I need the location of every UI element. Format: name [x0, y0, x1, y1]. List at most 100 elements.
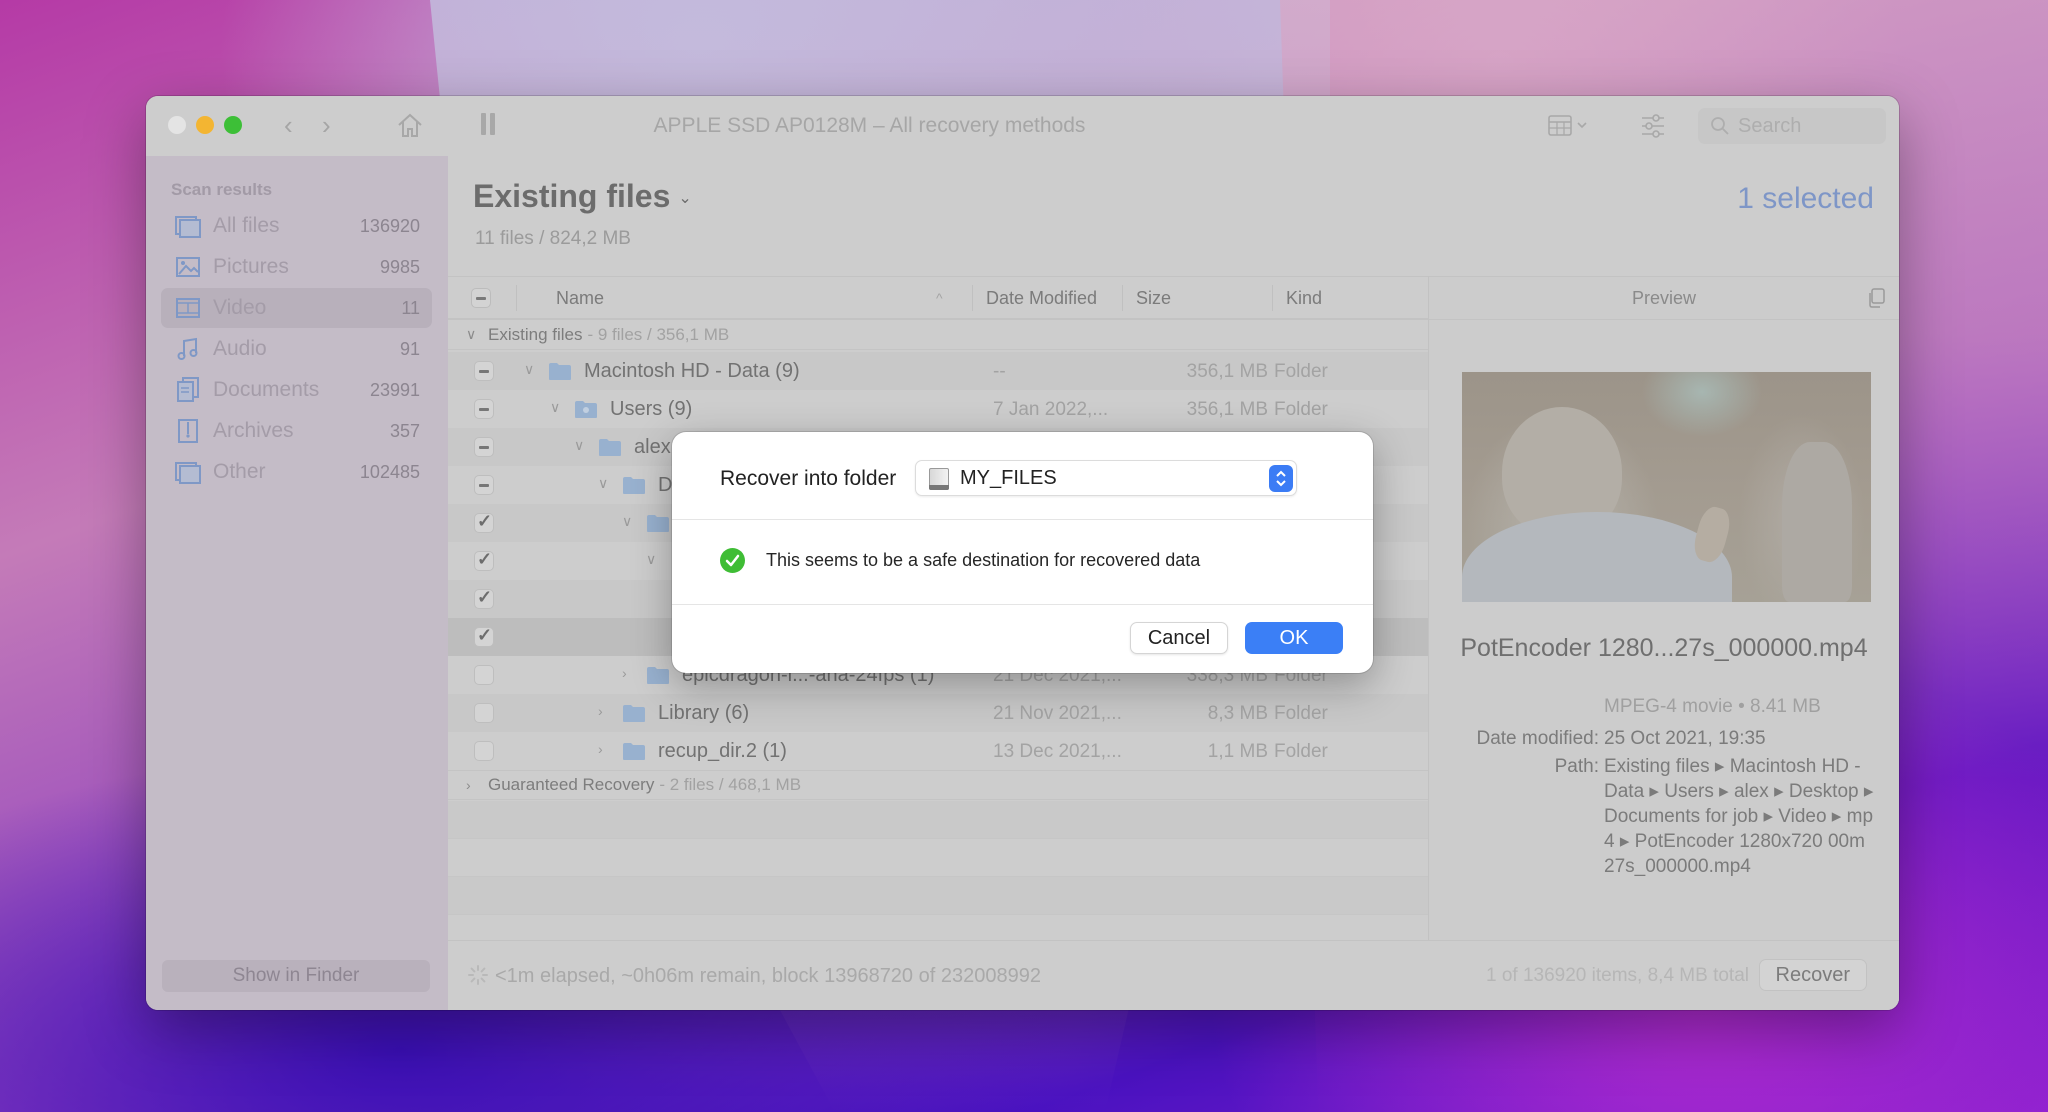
path-label: Path: — [1554, 756, 1599, 777]
column-header-name[interactable]: Name — [556, 277, 604, 319]
sidebar-item-count: 102485 — [359, 461, 420, 482]
row-name: recup_dir.2 (1) — [658, 740, 787, 762]
row-date: 13 Dec 2021,... — [993, 741, 1122, 762]
row-checkbox[interactable] — [474, 741, 494, 761]
sidebar-item-other[interactable]: Other 102485 — [161, 452, 432, 492]
row-size: 8,3 MB — [1207, 703, 1268, 724]
divider — [672, 519, 1373, 520]
filter-settings-icon[interactable] — [1640, 113, 1666, 144]
divider — [672, 604, 1373, 605]
scan-status-text: <1m elapsed, ~0h06m remain, block 139687… — [495, 965, 1041, 987]
sidebar-item-count: 91 — [399, 338, 420, 359]
empty-row — [448, 877, 1428, 915]
date-modified-label: Date modified: — [1476, 728, 1599, 749]
row-checkbox[interactable] — [474, 399, 494, 419]
chevron-down-icon[interactable]: ∨ — [646, 551, 656, 568]
selection-summary: 1 of 136920 items, 8,4 MB total — [1486, 965, 1749, 986]
video-thumbnail — [1462, 372, 1871, 602]
search-input[interactable]: Search — [1698, 108, 1886, 144]
row-checkbox[interactable] — [474, 587, 494, 609]
row-checkbox[interactable] — [474, 361, 494, 381]
chevron-down-icon: ⌄ — [678, 190, 692, 207]
table-row[interactable]: › Library (6) 21 Nov 2021,... 8,3 MB Fol… — [448, 694, 1428, 732]
chevron-down-icon[interactable]: ∨ — [622, 513, 632, 530]
folder-icon — [549, 363, 571, 380]
status-bar: <1m elapsed, ~0h06m remain, block 139687… — [448, 940, 1899, 1010]
row-size: 356,1 MB — [1186, 361, 1268, 382]
page-title: Existing files — [473, 178, 671, 214]
chevron-down-icon[interactable]: ∨ — [598, 475, 608, 492]
sidebar-item-count: 136920 — [359, 215, 420, 236]
results-source-dropdown[interactable]: Existing files ⌄ — [473, 178, 692, 215]
sidebar-item-archives[interactable]: Archives 357 — [161, 411, 432, 451]
column-header-date[interactable]: Date Modified — [986, 277, 1097, 319]
row-name: Library (6) — [658, 702, 750, 724]
row-checkbox[interactable] — [474, 665, 494, 685]
row-checkbox[interactable] — [474, 625, 494, 647]
sidebar-item-all-files[interactable]: All files 136920 — [161, 206, 432, 246]
chevron-right-icon[interactable]: › — [622, 665, 627, 681]
destination-folder-select[interactable]: MY_FILES — [915, 460, 1297, 496]
group-name: Guaranteed Recovery — [488, 775, 655, 794]
sidebar-item-count: 357 — [389, 420, 420, 441]
recover-button[interactable]: Recover — [1758, 959, 1867, 991]
chevron-right-icon[interactable]: › — [598, 703, 603, 719]
sort-ascending-icon: ^ — [936, 290, 943, 306]
chevron-right-icon: › — [466, 777, 471, 793]
ok-button[interactable]: OK — [1245, 622, 1343, 654]
row-checkbox[interactable] — [474, 475, 494, 495]
chevron-down-icon[interactable]: ∨ — [524, 361, 534, 378]
sidebar-item-audio[interactable]: Audio 91 — [161, 329, 432, 369]
sidebar-item-pictures[interactable]: Pictures 9985 — [161, 247, 432, 287]
other-icon — [175, 459, 201, 485]
group-meta: - 2 files / 468,1 MB — [659, 775, 802, 794]
archives-icon — [175, 418, 201, 444]
table-row[interactable]: ∨ Macintosh HD - Data (9) -- 356,1 MB Fo… — [448, 352, 1428, 390]
table-row[interactable]: › recup_dir.2 (1) 13 Dec 2021,... 1,1 MB… — [448, 732, 1428, 770]
destination-folder-value: MY_FILES — [960, 467, 1057, 489]
table-row[interactable]: ∨ Users (9) 7 Jan 2022,... 356,1 MB Fold… — [448, 390, 1428, 428]
group-guaranteed-recovery[interactable]: › Guaranteed Recovery - 2 files / 468,1 … — [448, 770, 1428, 800]
results-summary: 11 files / 824,2 MB — [475, 228, 631, 249]
preview-file-name: PotEncoder 1280...27s_000000.mp4 — [1460, 634, 1868, 662]
select-all-checkbox[interactable] — [471, 288, 491, 308]
video-icon — [175, 295, 201, 321]
preview-panel: Preview PotEncoder 1280...27s_000000.mp4… — [1428, 276, 1899, 940]
row-name: D — [658, 474, 673, 496]
search-icon — [1711, 117, 1729, 135]
group-meta: - 9 files / 356,1 MB — [587, 324, 730, 344]
search-placeholder: Search — [1738, 114, 1802, 137]
sidebar-item-documents[interactable]: Documents 23991 — [161, 370, 432, 410]
row-checkbox[interactable] — [474, 549, 494, 571]
sidebar-item-label: Archives — [213, 419, 294, 442]
audio-icon — [175, 336, 201, 362]
folder-icon — [623, 743, 645, 760]
cancel-button[interactable]: Cancel — [1130, 622, 1228, 654]
select-stepper-icon[interactable] — [1269, 465, 1293, 492]
chevron-right-icon[interactable]: › — [598, 741, 603, 757]
chevron-down-icon[interactable]: ∨ — [574, 437, 584, 454]
row-checkbox[interactable] — [474, 511, 494, 533]
column-divider — [972, 285, 973, 311]
row-kind: Folder — [1274, 741, 1328, 762]
show-in-finder-button[interactable]: Show in Finder — [162, 960, 430, 992]
column-header-size[interactable]: Size — [1136, 277, 1171, 319]
table-header: Name ^ Date Modified Size Kind — [448, 276, 1428, 320]
home-folder-icon — [599, 439, 621, 456]
row-date: 7 Jan 2022,... — [993, 399, 1109, 420]
sidebar-item-video[interactable]: Video 11 — [161, 288, 432, 328]
row-name: Users (9) — [610, 398, 693, 420]
group-existing-files[interactable]: ∨ Existing files - 9 files / 356,1 MB — [448, 320, 1428, 350]
date-modified-value: 25 Oct 2021, 19:35 — [1604, 728, 1766, 749]
preview-type-size: MPEG-4 movie • 8.41 MB — [1604, 696, 1821, 717]
column-header-kind[interactable]: Kind — [1286, 277, 1322, 319]
empty-row — [448, 839, 1428, 877]
recover-dialog: Recover into folder MY_FILES This seems … — [672, 432, 1373, 673]
row-checkbox[interactable] — [474, 437, 494, 457]
row-checkbox[interactable] — [474, 703, 494, 723]
users-folder-icon — [575, 401, 597, 418]
row-size: 356,1 MB — [1186, 399, 1268, 420]
chevron-down-icon[interactable]: ∨ — [550, 399, 560, 416]
copy-icon[interactable] — [1867, 288, 1885, 308]
view-mode-icon[interactable] — [1548, 114, 1592, 143]
